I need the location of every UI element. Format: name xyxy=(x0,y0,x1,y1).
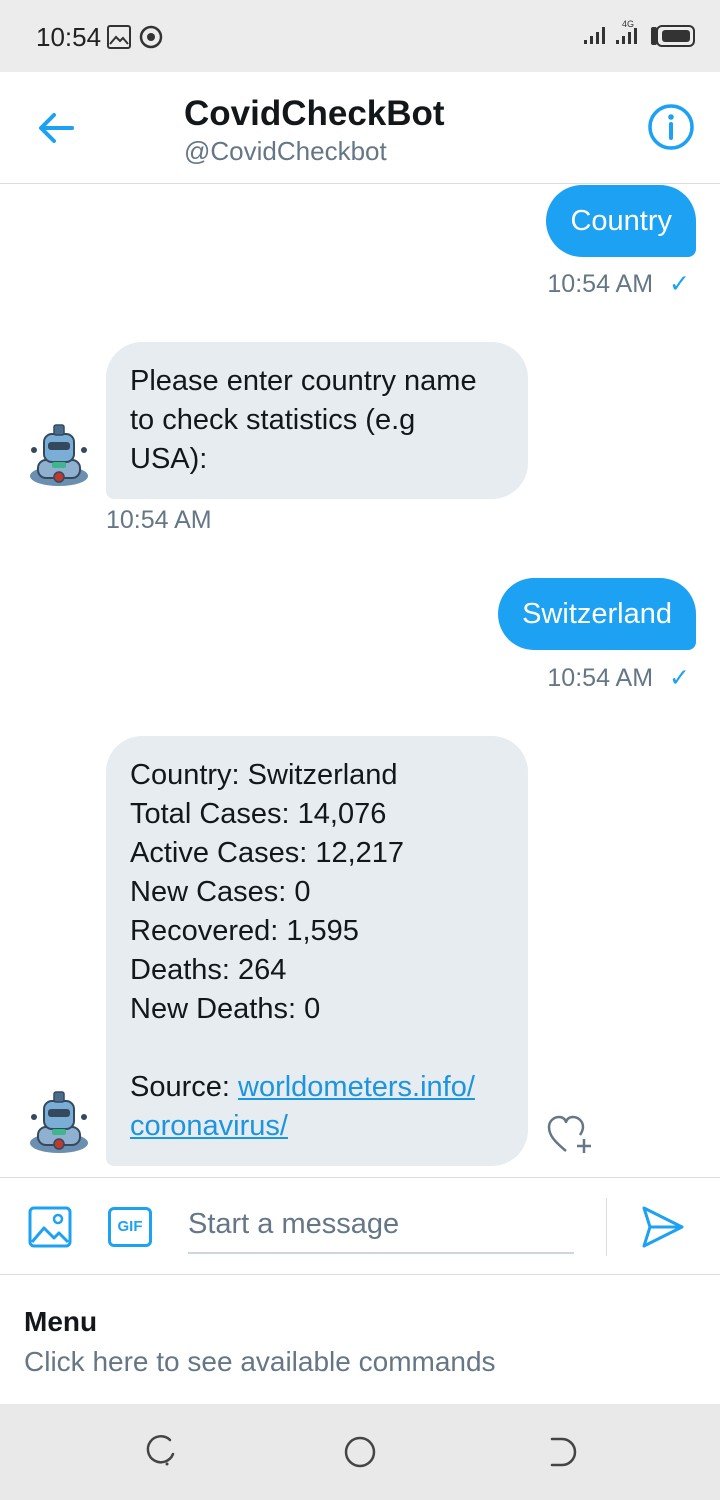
bot-avatar-icon[interactable] xyxy=(26,1089,92,1155)
message-line: Active Cases: 12,217 xyxy=(130,837,405,869)
received-message-bubble[interactable]: Country: Switzerland Total Cases: 14,076… xyxy=(106,736,528,1166)
conversation-handle[interactable]: @CovidCheckbot xyxy=(184,136,387,167)
gallery-notification-icon xyxy=(107,25,131,49)
received-message-bubble[interactable]: Please enter country name to check stati… xyxy=(106,342,528,499)
message-line: coronavirus/ xyxy=(130,1107,504,1146)
message-line: to check statistics (e.g xyxy=(130,404,416,436)
signal-4g-icon: 4G xyxy=(616,19,637,44)
back-arrow-icon[interactable] xyxy=(28,100,84,156)
message-timestamp: 10:54 AM ✓ xyxy=(547,663,690,693)
source-label: Source: xyxy=(130,1071,238,1103)
message-line: Please enter country name xyxy=(130,365,477,397)
message-line: Deaths: 264 xyxy=(130,954,287,986)
message-line: Source: worldometers.info/ xyxy=(130,1068,504,1107)
bot-avatar-icon[interactable] xyxy=(26,422,92,488)
composer-divider xyxy=(606,1198,607,1256)
gif-button[interactable]: GIF xyxy=(108,1207,152,1247)
image-icon[interactable] xyxy=(28,1206,72,1248)
conversation-header: CovidCheckBot @CovidCheckbot xyxy=(0,72,720,184)
source-link[interactable]: worldometers.info/ xyxy=(238,1071,475,1103)
back-nav-icon[interactable] xyxy=(540,1432,580,1472)
message-input[interactable] xyxy=(188,1196,574,1254)
timestamp-text: 10:54 AM xyxy=(547,664,654,692)
message-list[interactable]: Country 10:54 AM ✓ Please enter country n… xyxy=(0,185,720,1177)
conversation-title[interactable]: CovidCheckBot xyxy=(184,94,445,134)
message-composer: GIF xyxy=(0,1177,720,1275)
record-notification-icon xyxy=(139,25,163,49)
timestamp-text: 10:54 AM xyxy=(547,270,654,298)
network-label: 4G xyxy=(622,19,634,29)
signal-icon xyxy=(584,27,605,44)
message-line: Recovered: 1,595 xyxy=(130,915,359,947)
read-check-icon: ✓ xyxy=(669,664,690,692)
status-bar: 10:54 4G xyxy=(0,0,720,72)
recents-icon[interactable] xyxy=(140,1432,180,1472)
system-navigation-bar xyxy=(0,1404,720,1500)
commands-menu[interactable]: Menu Click here to see available command… xyxy=(0,1276,720,1404)
menu-subtitle[interactable]: Click here to see available commands xyxy=(24,1346,496,1378)
heart-add-icon[interactable] xyxy=(546,1113,596,1157)
read-check-icon: ✓ xyxy=(669,270,690,298)
info-icon[interactable] xyxy=(646,102,696,152)
message-line: Country: Switzerland xyxy=(130,759,398,791)
sent-message-bubble[interactable]: Country xyxy=(546,185,696,257)
message-line: USA): xyxy=(130,443,208,475)
message-timestamp: 10:54 AM ✓ xyxy=(547,269,690,299)
message-line: New Cases: 0 xyxy=(130,876,311,908)
home-icon[interactable] xyxy=(340,1432,380,1472)
message-timestamp: 10:54 AM xyxy=(106,506,212,534)
battery-icon xyxy=(651,25,695,47)
message-line: New Deaths: 0 xyxy=(130,993,321,1025)
source-link[interactable]: coronavirus/ xyxy=(130,1110,288,1142)
send-icon[interactable] xyxy=(640,1204,686,1250)
sent-message-bubble[interactable]: Switzerland xyxy=(498,578,696,650)
menu-title: Menu xyxy=(24,1306,98,1337)
status-time: 10:54 xyxy=(36,22,102,52)
message-line: Total Cases: 14,076 xyxy=(130,798,387,830)
